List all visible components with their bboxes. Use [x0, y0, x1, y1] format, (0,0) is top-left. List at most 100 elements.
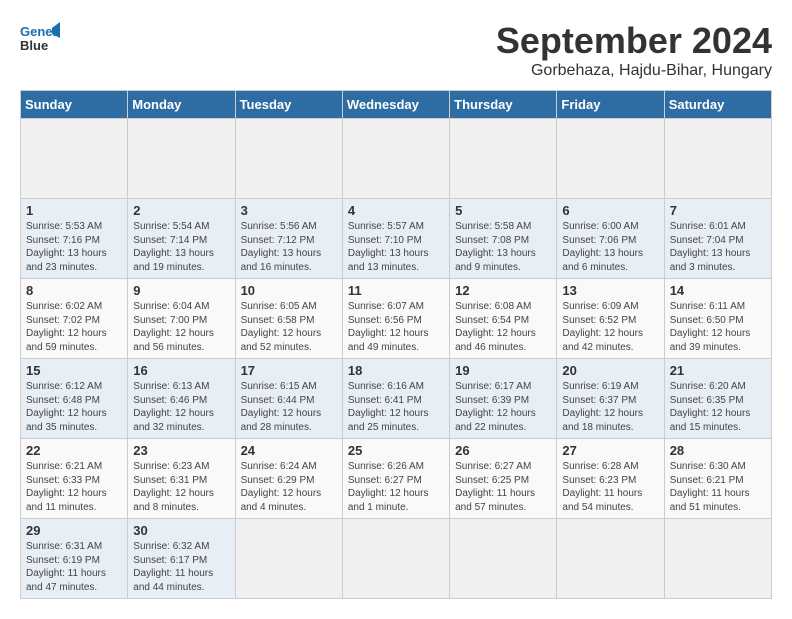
day-header: Thursday — [450, 91, 557, 119]
calendar-cell: 18 Sunrise: 6:16 AM Sunset: 6:41 PM Dayli… — [342, 359, 449, 439]
calendar-cell — [450, 119, 557, 199]
calendar-cell: 13 Sunrise: 6:09 AM Sunset: 6:52 PM Dayli… — [557, 279, 664, 359]
calendar-cell: 23 Sunrise: 6:23 AM Sunset: 6:31 PM Dayli… — [128, 439, 235, 519]
day-header: Tuesday — [235, 91, 342, 119]
cell-data: Sunrise: 5:54 AM Sunset: 7:14 PM Dayligh… — [133, 220, 229, 274]
calendar-cell: 4 Sunrise: 5:57 AM Sunset: 7:10 PM Daylig… — [342, 199, 449, 279]
cell-data: Sunrise: 6:19 AM Sunset: 6:37 PM Dayligh… — [562, 380, 658, 434]
calendar-cell: 11Sunrise: 6:07 AM Sunset: 6:56 PM Dayli… — [342, 279, 449, 359]
calendar-cell: 1 Sunrise: 5:53 AM Sunset: 7:16 PM Daylig… — [21, 199, 128, 279]
day-header: Sunday — [21, 91, 128, 119]
cell-data: Sunrise: 6:32 AM Sunset: 6:17 PM Dayligh… — [133, 540, 229, 594]
day-number: 29 — [26, 523, 122, 538]
calendar-cell: 27Sunrise: 6:28 AM Sunset: 6:23 PM Dayli… — [557, 439, 664, 519]
logo-icon: General Blue — [20, 20, 60, 56]
day-number: 8 — [26, 283, 122, 298]
cell-data: Sunrise: 6:05 AM Sunset: 6:58 PM Dayligh… — [241, 300, 337, 354]
cell-data: Sunrise: 6:11 AM Sunset: 6:50 PM Dayligh… — [670, 300, 766, 354]
cell-data: Sunrise: 6:16 AM Sunset: 6:41 PM Dayligh… — [348, 380, 444, 434]
day-number: 9 — [133, 283, 229, 298]
day-number: 22 — [26, 443, 122, 458]
calendar-cell: 20 Sunrise: 6:19 AM Sunset: 6:37 PM Dayli… — [557, 359, 664, 439]
cell-data: Sunrise: 6:30 AM Sunset: 6:21 PM Dayligh… — [670, 460, 766, 514]
svg-text:Blue: Blue — [20, 38, 48, 53]
day-number: 26 — [455, 443, 551, 458]
day-number: 27 — [562, 443, 658, 458]
day-number: 2 — [133, 203, 229, 218]
calendar-cell: 12 Sunrise: 6:08 AM Sunset: 6:54 PM Dayli… — [450, 279, 557, 359]
day-number: 19 — [455, 363, 551, 378]
day-number: 23 — [133, 443, 229, 458]
calendar-cell — [128, 119, 235, 199]
day-number: 13 — [562, 283, 658, 298]
calendar-cell — [21, 119, 128, 199]
calendar-cell: 28 Sunrise: 6:30 AM Sunset: 6:21 PM Dayli… — [664, 439, 771, 519]
calendar-cell: 15Sunrise: 6:12 AM Sunset: 6:48 PM Dayli… — [21, 359, 128, 439]
day-number: 12 — [455, 283, 551, 298]
calendar-cell: 26 Sunrise: 6:27 AM Sunset: 6:25 PM Dayli… — [450, 439, 557, 519]
cell-data: Sunrise: 6:26 AM Sunset: 6:27 PM Dayligh… — [348, 460, 444, 514]
calendar-cell — [342, 519, 449, 599]
calendar-cell: 19Sunrise: 6:17 AM Sunset: 6:39 PM Dayli… — [450, 359, 557, 439]
day-number: 14 — [670, 283, 766, 298]
calendar-table: SundayMondayTuesdayWednesdayThursdayFrid… — [20, 90, 772, 599]
cell-data: Sunrise: 5:56 AM Sunset: 7:12 PM Dayligh… — [241, 220, 337, 274]
location-title: Gorbehaza, Hajdu-Bihar, Hungary — [496, 62, 772, 80]
cell-data: Sunrise: 6:13 AM Sunset: 6:46 PM Dayligh… — [133, 380, 229, 434]
cell-data: Sunrise: 6:04 AM Sunset: 7:00 PM Dayligh… — [133, 300, 229, 354]
cell-data: Sunrise: 6:27 AM Sunset: 6:25 PM Dayligh… — [455, 460, 551, 514]
calendar-cell — [664, 119, 771, 199]
day-number: 5 — [455, 203, 551, 218]
day-header: Monday — [128, 91, 235, 119]
calendar-cell — [342, 119, 449, 199]
day-header: Saturday — [664, 91, 771, 119]
calendar-cell: 7Sunrise: 6:01 AM Sunset: 7:04 PM Daylig… — [664, 199, 771, 279]
calendar-cell — [557, 519, 664, 599]
day-number: 30 — [133, 523, 229, 538]
calendar-cell: 5 Sunrise: 5:58 AM Sunset: 7:08 PM Daylig… — [450, 199, 557, 279]
day-number: 1 — [26, 203, 122, 218]
cell-data: Sunrise: 6:23 AM Sunset: 6:31 PM Dayligh… — [133, 460, 229, 514]
calendar-cell: 30 Sunrise: 6:32 AM Sunset: 6:17 PM Dayli… — [128, 519, 235, 599]
day-number: 28 — [670, 443, 766, 458]
day-header: Friday — [557, 91, 664, 119]
calendar-cell: 17Sunrise: 6:15 AM Sunset: 6:44 PM Dayli… — [235, 359, 342, 439]
cell-data: Sunrise: 6:07 AM Sunset: 6:56 PM Dayligh… — [348, 300, 444, 354]
day-number: 4 — [348, 203, 444, 218]
day-number: 6 — [562, 203, 658, 218]
day-number: 15 — [26, 363, 122, 378]
calendar-cell: 14 Sunrise: 6:11 AM Sunset: 6:50 PM Dayli… — [664, 279, 771, 359]
cell-data: Sunrise: 5:58 AM Sunset: 7:08 PM Dayligh… — [455, 220, 551, 274]
calendar-cell: 25 Sunrise: 6:26 AM Sunset: 6:27 PM Dayli… — [342, 439, 449, 519]
day-number: 18 — [348, 363, 444, 378]
day-number: 3 — [241, 203, 337, 218]
cell-data: Sunrise: 5:53 AM Sunset: 7:16 PM Dayligh… — [26, 220, 122, 274]
cell-data: Sunrise: 5:57 AM Sunset: 7:10 PM Dayligh… — [348, 220, 444, 274]
day-number: 16 — [133, 363, 229, 378]
cell-data: Sunrise: 6:02 AM Sunset: 7:02 PM Dayligh… — [26, 300, 122, 354]
cell-data: Sunrise: 6:31 AM Sunset: 6:19 PM Dayligh… — [26, 540, 122, 594]
calendar-cell — [235, 119, 342, 199]
day-header: Wednesday — [342, 91, 449, 119]
calendar-cell: 21Sunrise: 6:20 AM Sunset: 6:35 PM Dayli… — [664, 359, 771, 439]
calendar-cell — [664, 519, 771, 599]
header: General Blue September 2024 Gorbehaza, H… — [20, 20, 772, 80]
cell-data: Sunrise: 6:01 AM Sunset: 7:04 PM Dayligh… — [670, 220, 766, 274]
day-number: 24 — [241, 443, 337, 458]
logo: General Blue — [20, 20, 60, 56]
day-number: 10 — [241, 283, 337, 298]
day-number: 20 — [562, 363, 658, 378]
calendar-cell: 24Sunrise: 6:24 AM Sunset: 6:29 PM Dayli… — [235, 439, 342, 519]
calendar-cell: 3 Sunrise: 5:56 AM Sunset: 7:12 PM Daylig… — [235, 199, 342, 279]
title-area: September 2024 Gorbehaza, Hajdu-Bihar, H… — [496, 20, 772, 80]
cell-data: Sunrise: 6:09 AM Sunset: 6:52 PM Dayligh… — [562, 300, 658, 354]
cell-data: Sunrise: 6:08 AM Sunset: 6:54 PM Dayligh… — [455, 300, 551, 354]
day-number: 25 — [348, 443, 444, 458]
calendar-cell — [235, 519, 342, 599]
calendar-cell: 29 Sunrise: 6:31 AM Sunset: 6:19 PM Dayli… — [21, 519, 128, 599]
calendar-cell — [450, 519, 557, 599]
calendar-cell: 6Sunrise: 6:00 AM Sunset: 7:06 PM Daylig… — [557, 199, 664, 279]
calendar-cell — [557, 119, 664, 199]
calendar-cell: 16 Sunrise: 6:13 AM Sunset: 6:46 PM Dayli… — [128, 359, 235, 439]
calendar-cell: 22Sunrise: 6:21 AM Sunset: 6:33 PM Dayli… — [21, 439, 128, 519]
